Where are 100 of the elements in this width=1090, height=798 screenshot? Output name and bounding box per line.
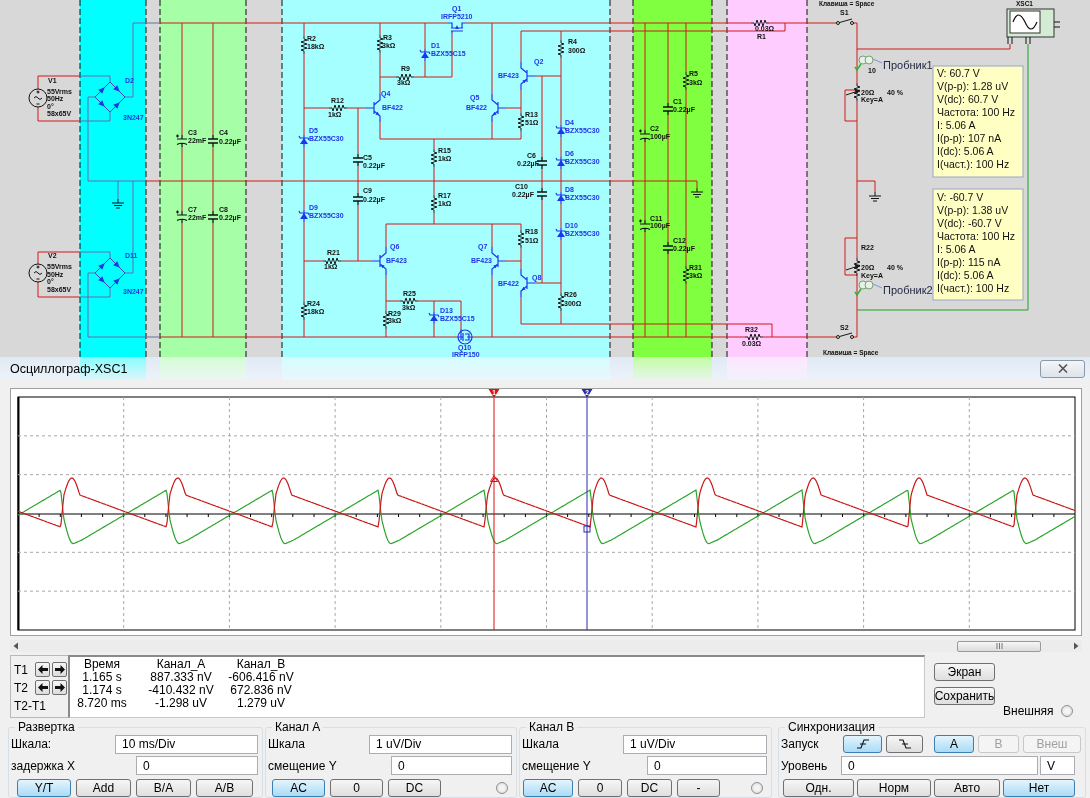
mode-button[interactable]: Норм: [857, 779, 931, 797]
resistor-icon: [399, 297, 419, 305]
switch-icon: [836, 18, 854, 25]
group-title: Канал A: [274, 720, 322, 734]
bridge-rectifier-icon: [94, 81, 126, 113]
probe-icon: [854, 55, 874, 72]
source-button[interactable]: A: [934, 735, 974, 754]
unit-field[interactable]: V: [1040, 756, 1075, 776]
readout-cell-text: 8.720 ms: [76, 697, 128, 710]
resistor-icon: [750, 19, 770, 27]
potentiometer-icon: [845, 257, 861, 277]
zener-diode-icon: [419, 48, 431, 62]
resistor-icon: [430, 194, 438, 214]
action-button[interactable]: Сохранить: [934, 687, 995, 705]
probe-reading: I(dc): 5.06 A: [937, 269, 994, 281]
coupling-button[interactable]: AC: [272, 779, 325, 797]
mode-button[interactable]: Одн.: [783, 779, 854, 797]
capacitor-icon: [352, 153, 364, 167]
resistor-icon: [682, 265, 690, 285]
radio-button[interactable]: [496, 782, 508, 794]
close-button[interactable]: [1040, 359, 1085, 378]
input-field[interactable]: 1 uV/Div: [369, 734, 512, 754]
mode-button[interactable]: Авто: [934, 779, 1000, 797]
polarized-capacitor-icon: [638, 218, 651, 233]
capacitor-icon: [662, 102, 674, 116]
radio-button[interactable]: [751, 782, 763, 794]
left-arrow-icon: [37, 683, 48, 692]
mosfet-icon: [457, 328, 473, 345]
input-field[interactable]: 0: [391, 756, 512, 776]
field-label: Уровень: [781, 758, 829, 773]
ac-source-icon: [28, 263, 48, 283]
resistor-icon: [376, 34, 384, 54]
radio-button[interactable]: [1060, 705, 1073, 717]
cursor-right-button[interactable]: [52, 680, 67, 695]
cursor-marker[interactable]: [581, 389, 593, 630]
mode-button[interactable]: B/A: [136, 779, 191, 797]
cursor-right-button[interactable]: [52, 662, 67, 677]
scrollbar-thumb[interactable]: [957, 640, 1041, 652]
cursor-left-button[interactable]: [35, 680, 50, 695]
left-arrow-icon: [37, 665, 48, 674]
input-field[interactable]: 0: [136, 756, 258, 776]
probe-reading: V(p-p): 1.28 uV: [937, 80, 1009, 92]
coupling-button[interactable]: 0: [578, 779, 622, 797]
probe-reading: I(p-p): 107 nA: [937, 132, 1002, 144]
readout-cell-text: -1.298 uV: [153, 697, 208, 710]
group-title: Развертка: [17, 720, 76, 734]
polarized-capacitor-icon: [175, 209, 188, 224]
capacitor-icon: [536, 187, 548, 201]
readout-cell-text: 1.279 uV: [235, 697, 286, 710]
transistor-icon: [491, 246, 507, 276]
resistor-icon: [382, 310, 390, 330]
input-field[interactable]: 0: [647, 756, 767, 776]
oscilloscope-instrument-icon: [1006, 8, 1061, 45]
coupling-button[interactable]: AC: [523, 779, 573, 797]
cursor-marker[interactable]: [488, 389, 500, 630]
field-label: смещение Y: [268, 758, 338, 773]
mode-button[interactable]: Y/T: [17, 779, 71, 797]
probe-reading: I: 5.06 A: [937, 243, 976, 255]
field-label: задержка X: [11, 758, 77, 773]
cursor-left-button[interactable]: [35, 662, 50, 677]
input-field[interactable]: 0: [841, 756, 1038, 776]
mode-button[interactable]: Нет: [1003, 779, 1075, 797]
input-field[interactable]: 10 ms/Div: [115, 734, 258, 754]
horizontal-scrollbar[interactable]: [10, 640, 1082, 652]
probe-leader-line: [872, 283, 883, 289]
edge-button[interactable]: [886, 735, 923, 754]
readout-cell-text: 887.333 nV: [149, 671, 213, 684]
group-title: Синхронизация: [787, 720, 876, 734]
mode-button[interactable]: Add: [76, 779, 131, 797]
right-arrow-icon: [54, 665, 65, 674]
probe-reading: I(част.): 100 Hz: [937, 158, 1010, 170]
readout-header: Время: [82, 658, 122, 671]
resistor-icon: [517, 229, 525, 249]
coupling-button[interactable]: 0: [330, 779, 383, 797]
falling-edge-icon: [897, 739, 912, 750]
ground-icon: [690, 187, 704, 198]
readout-cell-text: -410.432 nV: [147, 684, 215, 697]
probe-reading: I(dc): 5.06 A: [937, 145, 994, 157]
readout-cell-text: 1.165 s: [81, 671, 123, 684]
action-button[interactable]: Экран: [934, 663, 995, 681]
switch-icon: [836, 332, 854, 339]
probe-reading: V(dc): 60.7 V: [937, 93, 999, 105]
mode-button[interactable]: A/B: [196, 779, 253, 797]
probe-reading: V: -60.7 V: [937, 191, 984, 203]
ac-source-icon: [28, 88, 48, 108]
resistor-icon: [682, 71, 690, 91]
capacitor-icon: [352, 192, 364, 206]
resistor-icon: [300, 301, 308, 321]
readout-header: Канал_A: [155, 658, 207, 671]
coupling-button[interactable]: DC: [627, 779, 672, 797]
probe-reading: V(p-p): 1.38 uV: [937, 204, 1009, 216]
resistor-icon: [744, 333, 764, 341]
cursor-label: T2-T1: [14, 698, 47, 713]
zener-diode-icon: [555, 191, 567, 205]
edge-button[interactable]: [843, 735, 882, 754]
probe-leader-line: [872, 58, 883, 64]
coupling-button[interactable]: DC: [388, 779, 441, 797]
cursor-label: T2: [14, 680, 29, 695]
coupling-button[interactable]: -: [677, 779, 720, 797]
input-field[interactable]: 1 uV/Div: [623, 734, 767, 754]
